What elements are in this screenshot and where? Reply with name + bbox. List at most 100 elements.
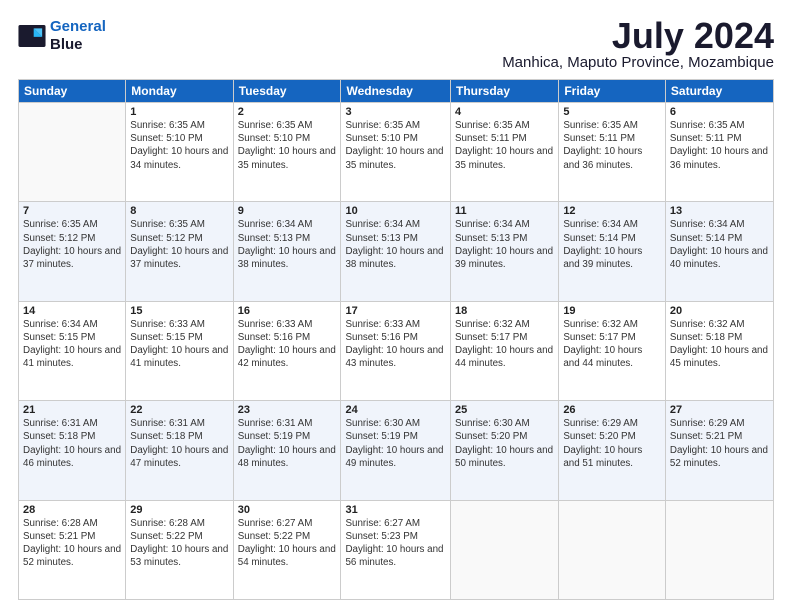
page: General Blue July 2024 Manhica, Maputo P… — [0, 0, 792, 612]
day-info: Sunrise: 6:32 AMSunset: 5:17 PMDaylight:… — [455, 318, 554, 371]
day-info: Sunrise: 6:27 AMSunset: 5:22 PMDaylight:… — [238, 517, 337, 570]
day-info: Sunrise: 6:34 AMSunset: 5:15 PMDaylight:… — [23, 318, 121, 371]
day-number: 24 — [345, 404, 446, 416]
day-info: Sunrise: 6:30 AMSunset: 5:20 PMDaylight:… — [455, 417, 554, 470]
calendar-week-row: 14Sunrise: 6:34 AMSunset: 5:15 PMDayligh… — [19, 301, 774, 400]
day-number: 5 — [563, 106, 661, 118]
weekday-header-monday: Monday — [126, 80, 233, 103]
day-number: 28 — [23, 504, 121, 516]
title-block: July 2024 Manhica, Maputo Province, Moza… — [502, 18, 774, 71]
day-info: Sunrise: 6:33 AMSunset: 5:15 PMDaylight:… — [130, 318, 228, 371]
day-number: 21 — [23, 404, 121, 416]
calendar-cell — [559, 500, 666, 599]
day-number: 9 — [238, 205, 337, 217]
day-number: 29 — [130, 504, 228, 516]
calendar-cell: 6Sunrise: 6:35 AMSunset: 5:11 PMDaylight… — [665, 103, 773, 202]
logo-line2: Blue — [50, 36, 106, 54]
calendar-cell: 17Sunrise: 6:33 AMSunset: 5:16 PMDayligh… — [341, 301, 451, 400]
day-number: 17 — [345, 305, 446, 317]
calendar-cell: 3Sunrise: 6:35 AMSunset: 5:10 PMDaylight… — [341, 103, 451, 202]
weekday-header-wednesday: Wednesday — [341, 80, 451, 103]
day-number: 8 — [130, 205, 228, 217]
calendar-cell: 1Sunrise: 6:35 AMSunset: 5:10 PMDaylight… — [126, 103, 233, 202]
day-info: Sunrise: 6:35 AMSunset: 5:11 PMDaylight:… — [455, 119, 554, 172]
day-info: Sunrise: 6:28 AMSunset: 5:21 PMDaylight:… — [23, 517, 121, 570]
calendar-cell: 11Sunrise: 6:34 AMSunset: 5:13 PMDayligh… — [451, 202, 559, 301]
day-info: Sunrise: 6:33 AMSunset: 5:16 PMDaylight:… — [238, 318, 337, 371]
calendar-cell: 25Sunrise: 6:30 AMSunset: 5:20 PMDayligh… — [451, 401, 559, 500]
calendar-cell: 8Sunrise: 6:35 AMSunset: 5:12 PMDaylight… — [126, 202, 233, 301]
day-number: 20 — [670, 305, 769, 317]
calendar-table: SundayMondayTuesdayWednesdayThursdayFrid… — [18, 79, 774, 600]
weekday-header-saturday: Saturday — [665, 80, 773, 103]
day-info: Sunrise: 6:34 AMSunset: 5:14 PMDaylight:… — [670, 218, 769, 271]
weekday-header-friday: Friday — [559, 80, 666, 103]
calendar-cell: 15Sunrise: 6:33 AMSunset: 5:15 PMDayligh… — [126, 301, 233, 400]
day-info: Sunrise: 6:35 AMSunset: 5:10 PMDaylight:… — [238, 119, 337, 172]
logo-line1: General — [50, 18, 106, 35]
day-number: 11 — [455, 205, 554, 217]
calendar-cell: 10Sunrise: 6:34 AMSunset: 5:13 PMDayligh… — [341, 202, 451, 301]
day-number: 31 — [345, 504, 446, 516]
day-info: Sunrise: 6:34 AMSunset: 5:13 PMDaylight:… — [238, 218, 337, 271]
day-info: Sunrise: 6:34 AMSunset: 5:13 PMDaylight:… — [455, 218, 554, 271]
day-info: Sunrise: 6:29 AMSunset: 5:20 PMDaylight:… — [563, 417, 661, 470]
day-number: 6 — [670, 106, 769, 118]
calendar-week-row: 7Sunrise: 6:35 AMSunset: 5:12 PMDaylight… — [19, 202, 774, 301]
calendar-cell: 21Sunrise: 6:31 AMSunset: 5:18 PMDayligh… — [19, 401, 126, 500]
calendar-cell — [19, 103, 126, 202]
calendar-cell: 29Sunrise: 6:28 AMSunset: 5:22 PMDayligh… — [126, 500, 233, 599]
day-info: Sunrise: 6:27 AMSunset: 5:23 PMDaylight:… — [345, 517, 446, 570]
day-number: 18 — [455, 305, 554, 317]
calendar-cell: 27Sunrise: 6:29 AMSunset: 5:21 PMDayligh… — [665, 401, 773, 500]
calendar-cell — [451, 500, 559, 599]
day-number: 19 — [563, 305, 661, 317]
day-info: Sunrise: 6:35 AMSunset: 5:11 PMDaylight:… — [670, 119, 769, 172]
logo: General Blue — [18, 18, 106, 54]
calendar-cell: 28Sunrise: 6:28 AMSunset: 5:21 PMDayligh… — [19, 500, 126, 599]
calendar-cell: 2Sunrise: 6:35 AMSunset: 5:10 PMDaylight… — [233, 103, 341, 202]
day-number: 12 — [563, 205, 661, 217]
day-number: 4 — [455, 106, 554, 118]
day-info: Sunrise: 6:32 AMSunset: 5:18 PMDaylight:… — [670, 318, 769, 371]
calendar-week-row: 21Sunrise: 6:31 AMSunset: 5:18 PMDayligh… — [19, 401, 774, 500]
day-number: 22 — [130, 404, 228, 416]
day-info: Sunrise: 6:35 AMSunset: 5:11 PMDaylight:… — [563, 119, 661, 172]
day-number: 25 — [455, 404, 554, 416]
calendar-week-row: 28Sunrise: 6:28 AMSunset: 5:21 PMDayligh… — [19, 500, 774, 599]
logo-text: General Blue — [50, 18, 106, 54]
day-number: 14 — [23, 305, 121, 317]
calendar-week-row: 1 Sunrise: 6:35 AMSunset: 5:10 PMDaylight… — [19, 103, 774, 202]
day-number: 7 — [23, 205, 121, 217]
day-number: 2 — [238, 106, 337, 118]
day-info: Sunrise: 6:34 AMSunset: 5:14 PMDaylight:… — [563, 218, 661, 271]
month-title: July 2024 — [502, 18, 774, 54]
day-number: 27 — [670, 404, 769, 416]
calendar-cell: 24Sunrise: 6:30 AMSunset: 5:19 PMDayligh… — [341, 401, 451, 500]
day-number: 23 — [238, 404, 337, 416]
calendar-cell: 22Sunrise: 6:31 AMSunset: 5:18 PMDayligh… — [126, 401, 233, 500]
day-info: Sunrise: 6:35 AMSunset: 5:10 PMDaylight:… — [345, 119, 446, 172]
calendar-cell: 23Sunrise: 6:31 AMSunset: 5:19 PMDayligh… — [233, 401, 341, 500]
day-number: 3 — [345, 106, 446, 118]
day-info: Sunrise: 6:34 AMSunset: 5:13 PMDaylight:… — [345, 218, 446, 271]
day-number: 16 — [238, 305, 337, 317]
day-info: Sunrise: 6:33 AMSunset: 5:16 PMDaylight:… — [345, 318, 446, 371]
logo-icon — [18, 25, 46, 47]
calendar-cell: 12Sunrise: 6:34 AMSunset: 5:14 PMDayligh… — [559, 202, 666, 301]
subtitle: Manhica, Maputo Province, Mozambique — [502, 54, 774, 71]
day-info: Sunrise: 6:28 AMSunset: 5:22 PMDaylight:… — [130, 517, 228, 570]
calendar-cell: 30Sunrise: 6:27 AMSunset: 5:22 PMDayligh… — [233, 500, 341, 599]
calendar-cell: 31Sunrise: 6:27 AMSunset: 5:23 PMDayligh… — [341, 500, 451, 599]
day-number: 1 — [130, 106, 228, 118]
calendar-cell: 5Sunrise: 6:35 AMSunset: 5:11 PMDaylight… — [559, 103, 666, 202]
weekday-header-thursday: Thursday — [451, 80, 559, 103]
calendar-cell: 4Sunrise: 6:35 AMSunset: 5:11 PMDaylight… — [451, 103, 559, 202]
day-number: 10 — [345, 205, 446, 217]
day-info: Sunrise: 6:29 AMSunset: 5:21 PMDaylight:… — [670, 417, 769, 470]
day-info: Sunrise: 6:32 AMSunset: 5:17 PMDaylight:… — [563, 318, 661, 371]
day-info: Sunrise: 6:35 AMSunset: 5:12 PMDaylight:… — [23, 218, 121, 271]
weekday-header-sunday: Sunday — [19, 80, 126, 103]
calendar-cell: 9Sunrise: 6:34 AMSunset: 5:13 PMDaylight… — [233, 202, 341, 301]
weekday-header-tuesday: Tuesday — [233, 80, 341, 103]
